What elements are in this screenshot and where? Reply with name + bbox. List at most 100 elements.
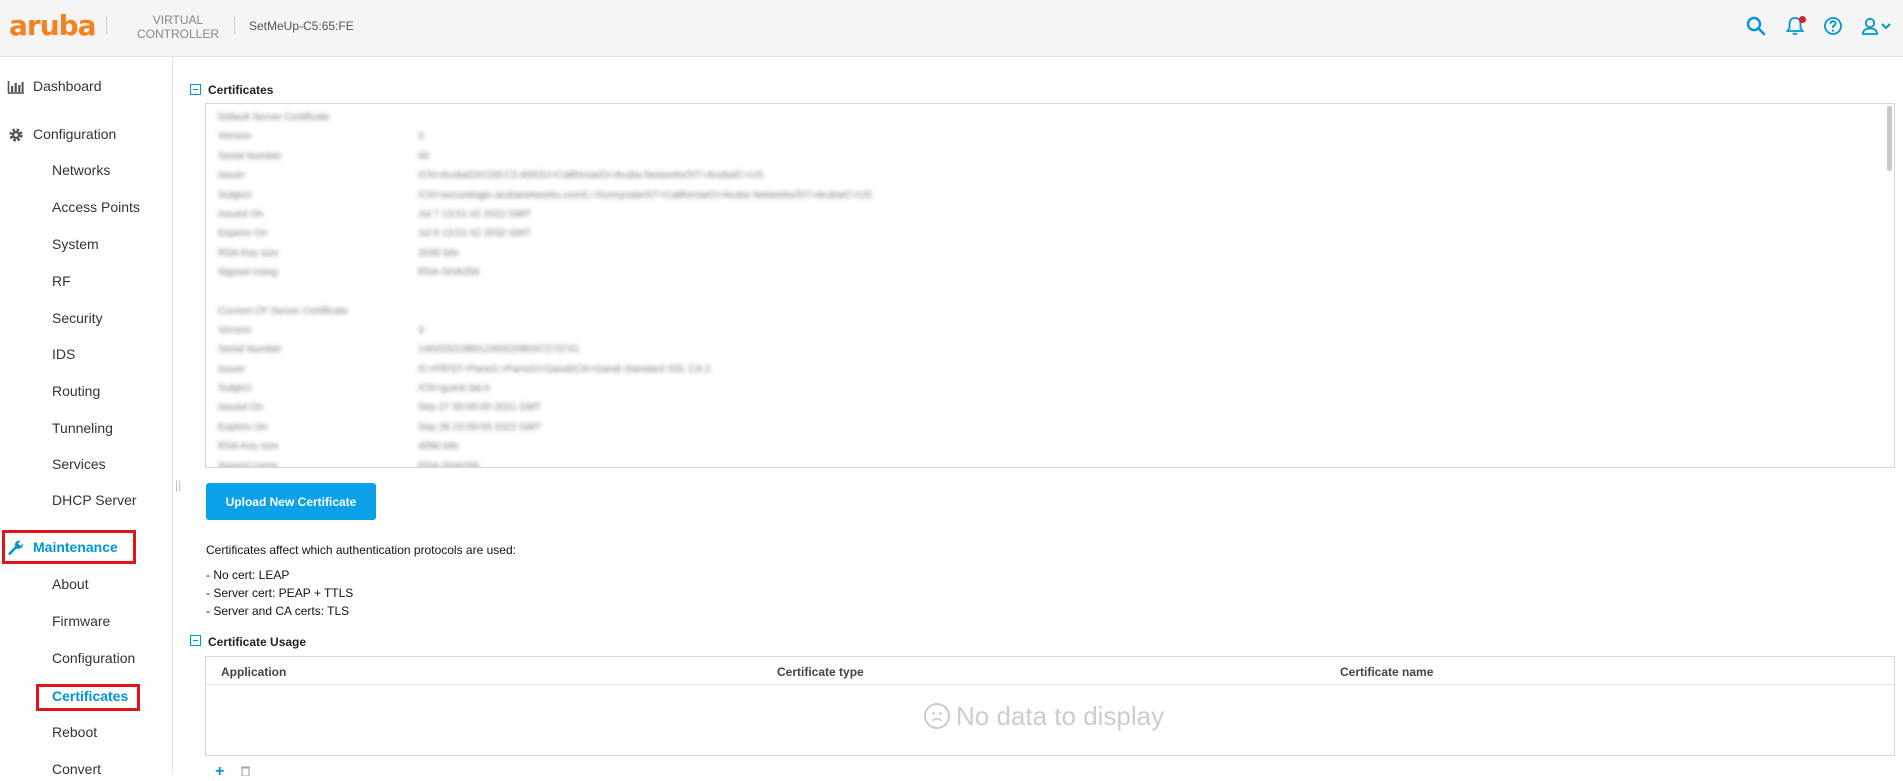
certificate-field-key: RSA Key size bbox=[218, 441, 279, 453]
search-icon[interactable] bbox=[1746, 16, 1770, 40]
certificate-field-key: Issuer bbox=[218, 170, 246, 182]
scrollbar-thumb[interactable] bbox=[1887, 106, 1892, 171]
certificate-field-value: 3 bbox=[418, 324, 424, 336]
sidebar-item-services[interactable]: Services bbox=[52, 456, 106, 472]
bar-chart-icon bbox=[7, 78, 25, 96]
empty-state: No data to display bbox=[924, 701, 1164, 732]
wrench-icon bbox=[7, 539, 25, 557]
certificate-field-value: Jul 7 13:51:42 2022 GMT bbox=[418, 208, 531, 220]
sidebar-item-label: Configuration bbox=[33, 126, 117, 142]
sidebar-item-maint-configuration[interactable]: Configuration bbox=[52, 650, 135, 666]
certificate-field-value: 2048 bits bbox=[418, 247, 459, 259]
notification-dot bbox=[1799, 16, 1806, 23]
add-icon[interactable]: + bbox=[215, 763, 224, 781]
certificate-field-row: Expires On Sep 28 23:59:59 2022 GMT bbox=[218, 422, 1418, 441]
sidebar-item-routing[interactable]: Routing bbox=[52, 383, 100, 399]
certificate-field-value: /C=FR/ST=Paris/L=Paris/O=Gandi/CN=Gandi … bbox=[418, 363, 711, 375]
certificate-field-row: Signed Using RSA-SHA256 bbox=[218, 460, 1418, 468]
certificate-block-default: Version 3 Serial Number 00 Issuer/CN=ArubaDX… bbox=[218, 131, 1418, 286]
sad-face-icon bbox=[924, 703, 950, 729]
upload-new-certificate-button[interactable]: Upload New Certificate bbox=[206, 483, 376, 520]
certificate-field-value: RSA-SHA256 bbox=[418, 267, 480, 279]
certificate-field-key: Signed Using bbox=[218, 267, 278, 279]
collapse-certificates-icon[interactable] bbox=[190, 84, 201, 95]
certificate-field-key: Issued On bbox=[218, 208, 264, 220]
cert-info-text: Certificates affect which authentication… bbox=[206, 543, 516, 557]
certificate-field-row: RSA Key size 4096 bits bbox=[218, 441, 1418, 460]
certificate-field-row: Issued On Sep 27 00:00:00 2021 GMT bbox=[218, 402, 1418, 421]
usage-section-title: Certificate Usage bbox=[208, 635, 307, 649]
certificate-field-key: Expires On bbox=[218, 228, 268, 240]
delete-icon[interactable] bbox=[240, 765, 251, 779]
certificate-field-key: Subject bbox=[218, 383, 252, 395]
certificate-field-value: 3 bbox=[418, 131, 424, 143]
certificate-field-row: Expires On Jul 6 13:51:42 2032 GMT bbox=[218, 228, 1418, 247]
aruba-logo[interactable]: aruba bbox=[9, 12, 97, 40]
certificate-field-row: Issuer/C=FR/ST=Paris/L=Paris/O=Gandi/CN=… bbox=[218, 364, 1418, 383]
certificates-section-title: Certificates bbox=[208, 83, 274, 97]
sidebar-item-dashboard[interactable]: Dashboard bbox=[7, 78, 102, 94]
certificate-field-row: Version 3 bbox=[218, 131, 1418, 150]
sidebar-item-certificates[interactable]: Certificates bbox=[52, 688, 128, 704]
sidebar-item-tunneling[interactable]: Tunneling bbox=[52, 420, 113, 436]
certificate-field-row: Issued On Jul 7 13:51:42 2022 GMT bbox=[218, 209, 1418, 228]
certificate-details-textarea[interactable]: Default Server Certificate Version 3 Seria… bbox=[205, 103, 1895, 468]
certificate-field-key: Expires On bbox=[218, 421, 268, 433]
sidebar-item-access-points[interactable]: Access Points bbox=[52, 199, 140, 215]
sidebar-item-system[interactable]: System bbox=[52, 236, 99, 252]
certificate-field-value: RSA-SHA256 bbox=[418, 460, 480, 468]
help-icon[interactable] bbox=[1823, 16, 1847, 40]
certificate-block-cp: Version 3 Serial Number 1462032198012450229… bbox=[218, 325, 1418, 468]
certificate-field-value: /CN=guest.3ai.it bbox=[418, 383, 490, 395]
certificate-field-value: 4096 bits bbox=[418, 441, 459, 453]
empty-state-text: No data to display bbox=[956, 701, 1165, 731]
cert-info-item: - No cert: LEAP bbox=[206, 568, 290, 582]
certificate-field-value: 00 bbox=[418, 150, 430, 162]
certificate-field-row: Signed Using RSA-SHA256 bbox=[218, 267, 1418, 286]
sidebar-item-convert[interactable]: Convert bbox=[52, 761, 101, 774]
sidebar-item-rf[interactable]: RF bbox=[52, 273, 71, 289]
certificate-field-value: 14620321980124502298187273741 bbox=[418, 344, 580, 356]
certificate-field-key: Issued On bbox=[218, 402, 264, 414]
certificate-field-row: Version 3 bbox=[218, 325, 1418, 344]
certificate-field-key: Issuer bbox=[218, 363, 246, 375]
sidebar-resize-handle[interactable]: || bbox=[175, 478, 181, 492]
certificate-field-key: Serial Number bbox=[218, 150, 282, 162]
certificate-field-value: /CN=ArubaDXCD9:C2:A9/OU=California/O=Aru… bbox=[418, 170, 764, 182]
collapse-usage-icon[interactable] bbox=[190, 635, 201, 646]
sidebar-item-reboot[interactable]: Reboot bbox=[52, 724, 97, 740]
sidebar-item-maintenance[interactable]: Maintenance bbox=[8, 539, 118, 556]
certificate-usage-table: Application Certificate type Certificate… bbox=[205, 656, 1895, 756]
cert-info-item: - Server cert: PEAP + TTLS bbox=[206, 586, 354, 600]
sidebar-item-security[interactable]: Security bbox=[52, 310, 103, 326]
certificate-field-value: Sep 27 00:00:00 2021 GMT bbox=[418, 402, 542, 414]
sidebar-item-dhcp-server[interactable]: DHCP Server bbox=[52, 492, 137, 508]
certificate-field-row: Subject/CN=guest.3ai.it bbox=[218, 383, 1418, 402]
certificate-field-key: Serial Number bbox=[218, 344, 282, 356]
column-header-certificate-type[interactable]: Certificate type bbox=[777, 665, 864, 679]
sidebar-item-firmware[interactable]: Firmware bbox=[52, 613, 110, 629]
sidebar-item-about[interactable]: About bbox=[52, 576, 89, 592]
column-header-application[interactable]: Application bbox=[221, 665, 286, 679]
certificate-field-key: Version bbox=[218, 131, 252, 143]
table-header: Application Certificate type Certificate… bbox=[206, 657, 1894, 685]
notifications-bell-icon[interactable] bbox=[1785, 16, 1809, 40]
divider bbox=[234, 17, 235, 34]
user-menu-icon[interactable] bbox=[1861, 16, 1897, 40]
sidebar-item-configuration[interactable]: Configuration bbox=[9, 126, 117, 142]
certificate-field-value: Sep 28 23:59:59 2022 GMT bbox=[418, 421, 542, 433]
product-name: VIRTUAL CONTROLLER bbox=[136, 13, 219, 41]
sidebar-item-networks[interactable]: Networks bbox=[52, 162, 110, 178]
top-bar: aruba VIRTUAL CONTROLLER SetMeUp-C5:65:F… bbox=[0, 0, 1903, 57]
certificate-field-row: Serial Number 146203219801245022981872737… bbox=[218, 344, 1418, 363]
certificate-field-row: Serial Number 00 bbox=[218, 151, 1418, 170]
sidebar-item-ids[interactable]: IDS bbox=[52, 346, 75, 362]
certificate-field-row: Subject/CN=securelogin.arubanetworks.com… bbox=[218, 190, 1418, 209]
column-header-certificate-name[interactable]: Certificate name bbox=[1340, 665, 1433, 679]
certificate-details-text: Default Server Certificate Version 3 Seria… bbox=[218, 112, 1418, 468]
certificate-field-row: Issuer/CN=ArubaDXCD9:C2:A9/OU=California… bbox=[218, 170, 1418, 189]
certificate-field-key: Version bbox=[218, 324, 252, 336]
cert-info-item: - Server and CA certs: TLS bbox=[206, 604, 350, 618]
divider bbox=[106, 17, 107, 34]
sidebar-item-label: Dashboard bbox=[33, 78, 102, 94]
